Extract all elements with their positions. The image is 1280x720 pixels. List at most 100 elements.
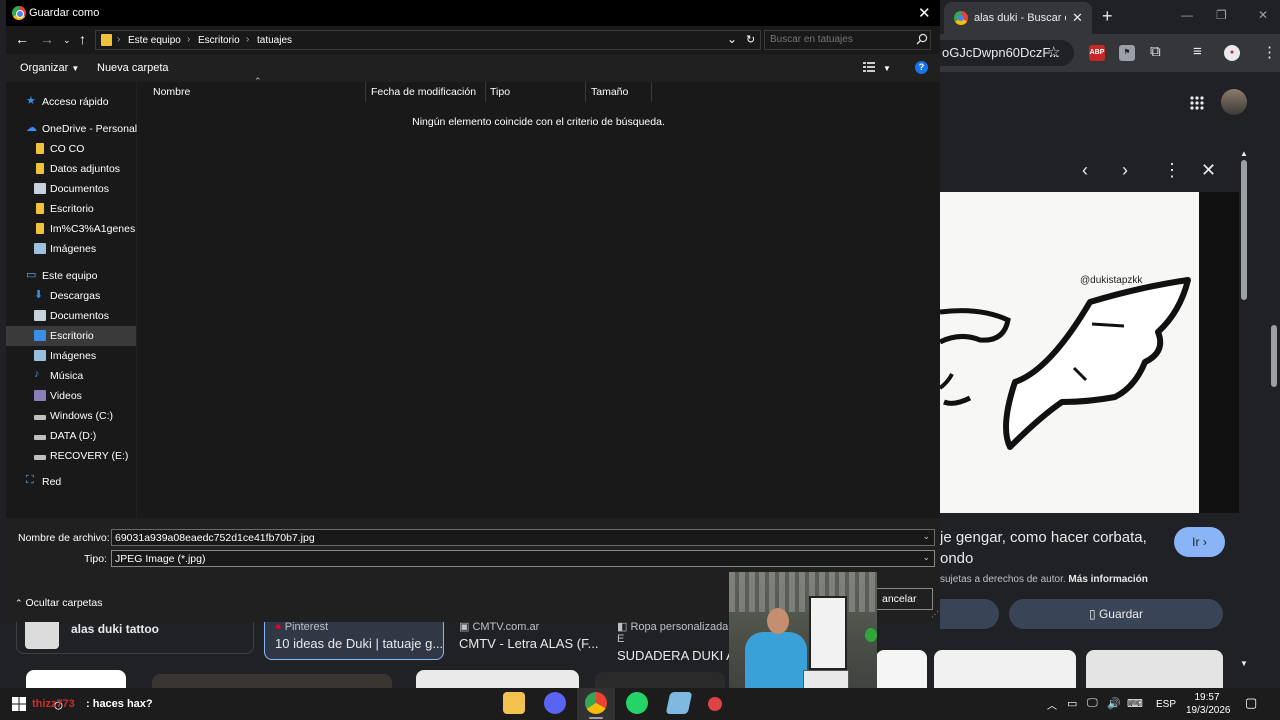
nav-item-datos-adjuntos[interactable]: Datos adjuntos	[6, 159, 136, 179]
column-nombre[interactable]: Nombre	[153, 86, 190, 98]
adblock-icon[interactable]: ABP	[1089, 45, 1105, 61]
nav-item-data-d[interactable]: DATA (D:)	[6, 426, 136, 446]
extension-icon[interactable]: ⚑	[1119, 45, 1135, 61]
profile-avatar-icon[interactable]: ●	[1224, 45, 1240, 61]
window-close-icon[interactable]: ✕	[1258, 8, 1268, 22]
minimize-icon[interactable]: —	[1181, 8, 1193, 22]
breadcrumb-separator-icon[interactable]: ›	[187, 34, 190, 45]
extensions-puzzle-icon[interactable]: ⧉	[1150, 43, 1161, 60]
omnibox-url[interactable]: oGJcDwpn60DczF...	[942, 45, 1060, 60]
column-fecha[interactable]: Fecha de modificación	[371, 86, 476, 98]
chevron-down-icon[interactable]: ⌄	[922, 552, 930, 563]
nav-item-descargas[interactable]: ⬇ Descargas	[6, 286, 136, 306]
battery-icon[interactable]: ▭	[1067, 697, 1077, 710]
bookmark-star-icon[interactable]: ☆	[1047, 43, 1060, 61]
column-tamano[interactable]: Tamaño	[591, 86, 628, 98]
nav-item-windows-c[interactable]: Windows (C:)	[6, 406, 136, 426]
hide-folders-toggle[interactable]: ⌃ Ocultar carpetas	[15, 597, 103, 609]
prev-chevron-icon[interactable]: ‹	[1082, 160, 1088, 181]
maximize-icon[interactable]: ❐	[1216, 8, 1227, 22]
column-divider[interactable]	[585, 82, 586, 102]
nav-item-m-sica[interactable]: ♪ Música	[6, 366, 136, 386]
address-dropdown-icon[interactable]: ⌄	[727, 32, 737, 46]
keyboard-icon[interactable]: ⌨	[1127, 697, 1143, 710]
image-thumbnail[interactable]	[934, 650, 1076, 688]
nav-item-red[interactable]: ⛶ Red	[6, 472, 136, 492]
chrome-taskbar-icon[interactable]	[585, 692, 607, 714]
result-card-pinterest[interactable]: ● Pinterest 10 ideas de Duki | tatuaje g…	[264, 616, 444, 660]
column-tipo[interactable]: Tipo	[490, 86, 510, 98]
result-title[interactable]: je gengar, como hacer corbata, ondo	[940, 527, 1160, 569]
discord-icon[interactable]	[544, 692, 566, 714]
go-button[interactable]: Ir ›	[1174, 527, 1225, 557]
nav-item-recovery-e[interactable]: RECOVERY (E:)	[6, 446, 136, 466]
new-tab-plus-icon[interactable]: +	[1102, 6, 1113, 27]
file-explorer-icon[interactable]	[503, 692, 525, 714]
column-divider[interactable]	[365, 82, 366, 102]
network-tray-icon[interactable]: 🖵	[1087, 697, 1098, 710]
breadcrumb-escritorio[interactable]: Escritorio	[198, 35, 240, 46]
search-box[interactable]	[764, 30, 931, 50]
tab-close-icon[interactable]: ✕	[1072, 10, 1083, 26]
organize-menu[interactable]: Organizar ▼	[20, 62, 79, 74]
notifications-icon[interactable]: ▢	[1245, 695, 1257, 711]
refresh-icon[interactable]: ↻	[746, 33, 755, 46]
column-divider[interactable]	[651, 82, 652, 102]
windows-start-icon[interactable]	[12, 697, 26, 711]
help-icon[interactable]: ?	[915, 61, 928, 74]
save-image-button[interactable]: ▯ Guardar	[1009, 599, 1223, 629]
address-bar[interactable]: › Este equipo › Escritorio › tatuajes ⌄ …	[95, 30, 761, 50]
back-arrow-icon[interactable]: ←	[15, 31, 29, 47]
chrome-menu-icon[interactable]: ⋮	[1262, 43, 1277, 61]
result-card-ropa[interactable]: ◧ Ropa personalizada E SUDADERA DUKI AL	[617, 620, 729, 664]
search-input[interactable]	[770, 34, 910, 45]
view-dropdown-icon[interactable]: ▼	[883, 64, 891, 73]
chrome-tab-active[interactable]: alas duki - Buscar con Google ✕	[944, 2, 1092, 34]
preview-image[interactable]	[940, 192, 1199, 513]
result-card-cmtv[interactable]: ▣ CMTV.com.ar CMTV - Letra ALAS (F...	[459, 620, 609, 664]
chevron-down-icon[interactable]: ⌄	[922, 531, 930, 542]
nav-item-onedrive-personal[interactable]: ☁ OneDrive - Personal	[6, 119, 137, 139]
nav-item-documentos[interactable]: Documentos	[6, 306, 136, 326]
nav-item-documentos[interactable]: Documentos	[6, 179, 136, 199]
up-arrow-icon[interactable]: ↑	[79, 31, 86, 47]
forward-arrow-icon[interactable]: →	[40, 31, 54, 47]
apps-grid-icon[interactable]	[1190, 96, 1204, 110]
preview-scrollbar[interactable]	[1241, 160, 1247, 300]
view-list-icon[interactable]	[863, 62, 875, 72]
search-icon[interactable]	[916, 33, 928, 45]
language-indicator[interactable]: ESP	[1156, 699, 1176, 710]
nav-item-im-genes[interactable]: Imágenes	[6, 239, 136, 259]
nav-item-co-co[interactable]: CO CO	[6, 139, 136, 159]
reading-list-icon[interactable]: ≡	[1193, 43, 1202, 60]
nav-item-este-equipo[interactable]: ▭ Este equipo	[6, 266, 136, 286]
clock[interactable]: 19:57 19/3/2026	[1186, 691, 1231, 717]
dialog-close-icon[interactable]: ✕	[918, 4, 931, 22]
tray-chevron-icon[interactable]: ︿	[1047, 697, 1057, 712]
whatsapp-icon[interactable]	[626, 692, 648, 714]
cancel-button[interactable]: ancelar	[873, 588, 933, 610]
visit-button[interactable]	[940, 599, 999, 629]
nav-item-im-genes[interactable]: Imágenes	[6, 346, 136, 366]
app-icon[interactable]	[708, 697, 722, 711]
close-preview-icon[interactable]: ✕	[1201, 160, 1216, 181]
image-thumbnail[interactable]	[1086, 650, 1223, 688]
more-info-link[interactable]: Más información	[1068, 574, 1147, 585]
nav-item-escritorio[interactable]: Escritorio	[6, 199, 136, 219]
column-divider[interactable]	[485, 82, 486, 102]
new-folder-button[interactable]: Nueva carpeta	[97, 62, 169, 74]
scroll-down-icon[interactable]: ▼	[1240, 659, 1248, 668]
image-thumbnail[interactable]	[876, 650, 927, 688]
nav-item-acceso-r-pido[interactable]: ★ Acceso rápido	[6, 92, 136, 112]
breadcrumb-separator-icon[interactable]: ›	[246, 34, 249, 45]
recent-dropdown-icon[interactable]: ⌄	[63, 35, 71, 46]
scroll-up-icon[interactable]: ▲	[1240, 149, 1248, 158]
account-avatar[interactable]	[1221, 89, 1247, 115]
nav-item-escritorio[interactable]: Escritorio	[6, 326, 136, 346]
breadcrumb-tatuajes[interactable]: tatuajes	[257, 35, 292, 46]
nav-item-im-c3-a1genes[interactable]: Im%C3%A1genes	[6, 219, 136, 239]
nav-item-videos[interactable]: Videos	[6, 386, 136, 406]
type-select[interactable]: JPEG Image (*.jpg) ⌄	[111, 550, 935, 567]
more-vert-icon[interactable]: ⋮	[1163, 160, 1181, 181]
next-chevron-icon[interactable]: ›	[1122, 160, 1128, 181]
